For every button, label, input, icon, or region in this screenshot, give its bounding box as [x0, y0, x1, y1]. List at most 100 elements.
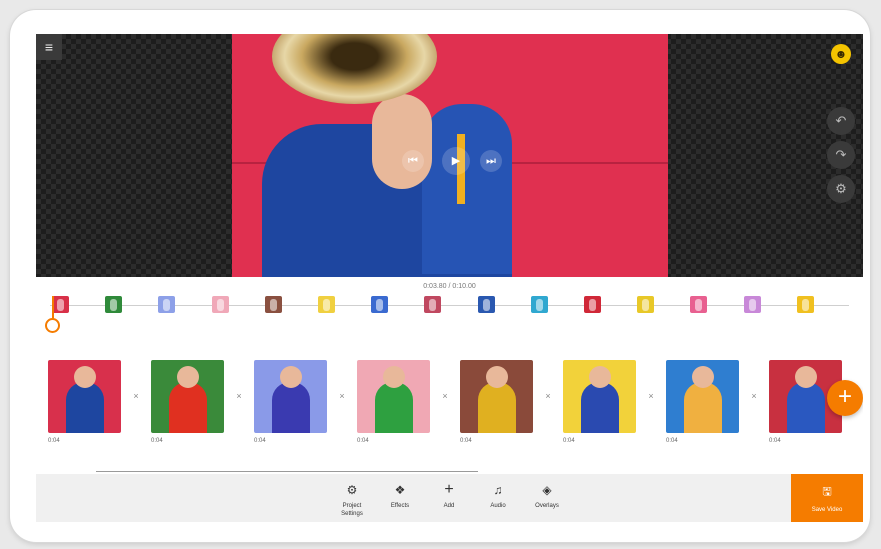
video-preview: ⏮ ▶ ⏭ ≡ ☻ ↶ ↷ ⚙ — [36, 34, 863, 277]
audio-button[interactable]: ♫ Audio — [478, 482, 518, 510]
redo-icon[interactable]: ↷ — [827, 141, 855, 169]
bottom-toolbar: ⚙ Project Settings ❖ Effects + Add ♫ Audi… — [36, 474, 863, 522]
clip-duration: 0:04 — [357, 438, 369, 444]
skip-forward-icon[interactable]: ⏭ — [480, 150, 502, 172]
storyboard-mini-thumb[interactable] — [796, 296, 814, 313]
overlays-label: Overlays — [535, 503, 559, 509]
clip-subject — [787, 382, 825, 433]
clip-subject — [581, 382, 619, 433]
clip-duration: 0:04 — [48, 438, 60, 444]
mini-thumb-figure — [482, 299, 490, 311]
plus-icon: + — [444, 481, 454, 498]
storyboard-clip[interactable] — [151, 360, 224, 433]
clip-subject-head — [692, 366, 714, 388]
storyboard-mini-thumb[interactable] — [637, 296, 655, 313]
storyboard-clip[interactable] — [563, 360, 636, 433]
clip-duration: 0:04 — [666, 438, 678, 444]
mini-thumb-figure — [748, 299, 756, 311]
close-icon[interactable]: × — [130, 389, 142, 403]
emoji-avatar-icon[interactable]: ☻ — [831, 44, 851, 64]
music-icon: ♫ — [493, 483, 503, 497]
mini-thumb-figure — [429, 299, 437, 311]
clip-subject — [272, 382, 310, 433]
clip-subject-head — [589, 366, 611, 388]
storyboard-mini-thumb[interactable] — [105, 296, 123, 313]
clip-duration: 0:04 — [460, 438, 472, 444]
storyboard-clip[interactable] — [48, 360, 121, 433]
add-clip-button[interactable]: + — [827, 380, 863, 416]
mini-thumb-figure — [216, 299, 224, 311]
close-icon[interactable]: × — [542, 389, 554, 403]
clip-subject-head — [486, 366, 508, 388]
effects-label: Effects — [390, 503, 410, 509]
playhead-handle[interactable] — [45, 318, 60, 333]
mini-thumb-figure — [589, 299, 596, 311]
storyboard-mini-thumb[interactable] — [158, 296, 176, 313]
clip-subject-head — [280, 366, 302, 388]
mini-thumb-figure — [642, 299, 650, 311]
storyboard-mini-thumb[interactable] — [318, 296, 335, 313]
save-video-button[interactable]: 🖫 Save Video — [791, 474, 863, 522]
clip-duration: 0:04 — [151, 438, 163, 444]
storyboard-mini-thumb[interactable] — [211, 296, 229, 313]
settings-icon[interactable]: ⚙ — [827, 175, 855, 203]
storyboard-mini-thumb[interactable] — [52, 296, 69, 313]
project-settings-button[interactable]: ⚙ Project Settings — [332, 482, 372, 518]
add-button[interactable]: + Add — [429, 482, 469, 510]
skip-back-icon[interactable]: ⏮ — [402, 150, 424, 172]
close-icon[interactable]: × — [233, 389, 245, 403]
gear-icon: ⚙ — [346, 483, 358, 497]
audio-label: Audio — [490, 503, 506, 509]
close-icon[interactable]: × — [439, 389, 451, 403]
storyboard-clip[interactable] — [254, 360, 327, 433]
storyboard-mini-thumb[interactable] — [477, 296, 495, 313]
clip-subject — [478, 382, 516, 433]
app-screen: ⏮ ▶ ⏭ ≡ ☻ ↶ ↷ ⚙ 0:03.80 / 0:10.00 0:04 × 0… — [36, 34, 863, 522]
jacket-arm-shape — [422, 104, 512, 274]
clip-subject — [684, 382, 722, 433]
layers-icon: ◈ — [542, 483, 552, 497]
clip-subject — [66, 382, 104, 433]
storyboard-clip[interactable] — [666, 360, 739, 433]
storyboard-mini-thumb[interactable] — [264, 296, 282, 313]
clip-duration: 0:04 — [254, 438, 266, 444]
clip-duration: 0:04 — [563, 438, 575, 444]
close-icon[interactable]: × — [336, 389, 348, 403]
add-label: Add — [443, 503, 455, 509]
tablet-frame: ⏮ ▶ ⏭ ≡ ☻ ↶ ↷ ⚙ 0:03.80 / 0:10.00 0:04 × 0… — [10, 10, 870, 542]
effects-icon: ❖ — [394, 483, 406, 497]
clip-subject — [375, 382, 413, 433]
horizontal-scrollbar[interactable] — [96, 471, 478, 472]
undo-icon[interactable]: ↶ — [827, 107, 855, 135]
overlays-button[interactable]: ◈ Overlays — [527, 482, 567, 510]
mini-thumb-figure — [535, 299, 543, 311]
clip-subject-head — [177, 366, 199, 388]
trumpet-bell — [272, 34, 437, 104]
mini-thumb-figure — [695, 299, 703, 311]
storyboard-mini-thumb[interactable] — [424, 296, 442, 313]
hamburger-icon[interactable]: ≡ — [36, 34, 62, 60]
clip-subject — [169, 382, 207, 433]
mini-thumb-figure — [110, 299, 118, 311]
storyboard-mini-thumb[interactable] — [371, 296, 389, 313]
storyboard-mini-thumb[interactable] — [690, 296, 708, 313]
save-icon: 🖫 — [822, 486, 832, 498]
storyboard-mini-thumb[interactable] — [530, 296, 548, 313]
clip-subject-head — [795, 366, 817, 388]
close-icon[interactable]: × — [645, 389, 657, 403]
storyboard-clip[interactable] — [460, 360, 533, 433]
play-icon[interactable]: ▶ — [442, 147, 470, 175]
clip-subject-head — [383, 366, 405, 388]
storyboard-mini-thumb[interactable] — [743, 296, 761, 313]
storyboard-clip[interactable] — [357, 360, 430, 433]
save-video-label: Save Video — [811, 507, 843, 513]
close-icon[interactable]: × — [748, 389, 760, 403]
effects-button[interactable]: ❖ Effects — [380, 482, 420, 510]
clip-duration: 0:04 — [769, 438, 781, 444]
mini-thumb-figure — [801, 299, 809, 311]
hand-shape — [372, 94, 432, 189]
clip-subject-head — [74, 366, 96, 388]
time-display: 0:03.80 / 0:10.00 — [423, 283, 476, 290]
storyboard-mini-thumb[interactable] — [584, 296, 601, 313]
project-settings-label: Project Settings — [341, 503, 363, 517]
